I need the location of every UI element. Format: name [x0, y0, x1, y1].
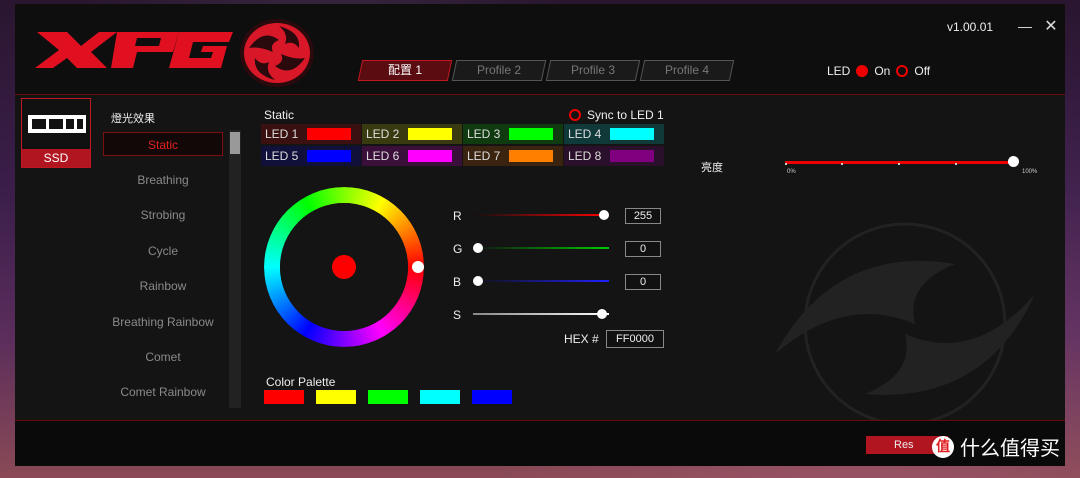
version-label: v1.00.01	[947, 20, 994, 34]
led-8-cell[interactable]: LED 8	[564, 146, 664, 166]
hex-input[interactable]: FF0000	[606, 330, 664, 348]
brightness-tick	[955, 163, 957, 165]
led-on-label: On	[874, 64, 891, 78]
palette-swatch-cyan[interactable]	[420, 390, 460, 404]
effect-cycle[interactable]: Cycle	[103, 239, 223, 263]
header: v1.00.01 — ✕ 配置 1 Profile 2 Profile 3 Pr…	[15, 4, 1065, 94]
led-2-cell[interactable]: LED 2	[362, 124, 462, 144]
effect-static[interactable]: Static	[103, 132, 223, 156]
watermark-overlay: 值 什么值得买	[932, 432, 1060, 461]
tab-profile-2[interactable]: Profile 2	[451, 60, 547, 81]
smzdm-logo-icon: 值	[932, 435, 954, 458]
xpg-watermark-icon	[775, 222, 1035, 424]
led-4-swatch	[610, 128, 654, 140]
led-6-swatch	[408, 150, 452, 162]
led-1-cell[interactable]: LED 1	[261, 124, 361, 144]
xpg-logo	[35, 32, 233, 68]
brightness-slider[interactable]	[785, 161, 1015, 164]
led-6-cell[interactable]: LED 6	[362, 146, 462, 166]
s-label: S	[453, 308, 462, 322]
palette-swatch-blue[interactable]	[472, 390, 512, 404]
selected-color-dot	[332, 255, 356, 279]
s-slider-knob[interactable]	[597, 309, 607, 319]
led-power-toggle: LED On Off	[827, 64, 930, 78]
palette-title: Color Palette	[266, 375, 336, 389]
close-button[interactable]: ✕	[1041, 16, 1061, 36]
b-slider[interactable]	[473, 280, 609, 282]
tab-profile-1[interactable]: 配置 1	[357, 60, 453, 81]
brightness-label: 亮度	[701, 162, 723, 174]
g-label: G	[453, 242, 463, 256]
static-title: Static	[264, 108, 295, 122]
led-3-swatch	[509, 128, 553, 140]
r-label: R	[453, 209, 462, 223]
led-7-cell[interactable]: LED 7	[463, 146, 563, 166]
led-off-radio[interactable]	[896, 65, 909, 77]
brightness-tick	[841, 163, 843, 165]
brightness-max-label: 100%	[1022, 169, 1038, 175]
led-1-swatch	[307, 128, 351, 140]
effects-title: 燈光效果	[111, 113, 155, 125]
led-5-swatch	[307, 150, 351, 162]
led-4-cell[interactable]: LED 4	[564, 124, 664, 144]
palette-swatch-red[interactable]	[264, 390, 304, 404]
effect-rainbow[interactable]: Rainbow	[103, 274, 223, 298]
brightness-tick	[898, 163, 900, 165]
xpg-app-window: v1.00.01 — ✕ 配置 1 Profile 2 Profile 3 Pr…	[15, 4, 1065, 466]
brightness-tick	[785, 163, 787, 165]
ssd-icon	[28, 115, 86, 133]
device-label: SSD	[22, 149, 90, 167]
effect-comet-rainbow[interactable]: Comet Rainbow	[103, 380, 223, 404]
led-8-swatch	[610, 150, 654, 162]
tab-profile-4[interactable]: Profile 4	[639, 60, 735, 81]
minimize-button[interactable]: —	[1015, 18, 1035, 34]
palette-swatch-yellow[interactable]	[316, 390, 356, 404]
effect-comet[interactable]: Comet	[103, 345, 223, 369]
g-value-input[interactable]: 0	[625, 241, 661, 257]
color-wheel[interactable]	[264, 187, 424, 347]
sync-radio[interactable]	[569, 109, 581, 121]
header-divider	[15, 94, 1065, 95]
brightness-knob[interactable]	[1008, 156, 1019, 167]
effects-scroll-thumb[interactable]	[230, 132, 240, 154]
led-7-swatch	[509, 150, 553, 162]
sync-to-led1[interactable]: Sync to LED 1	[569, 108, 664, 122]
effect-breathing-rainbow[interactable]: Breathing Rainbow	[103, 310, 223, 334]
palette-swatch-green[interactable]	[368, 390, 408, 404]
device-ssd-button[interactable]: SSD	[21, 98, 91, 168]
effect-strobing[interactable]: Strobing	[103, 203, 223, 227]
r-slider-knob[interactable]	[599, 210, 609, 220]
led-label: LED	[827, 64, 851, 78]
led-5-cell[interactable]: LED 5	[261, 146, 361, 166]
led-off-label: Off	[914, 64, 931, 78]
led-grid: LED 1 LED 2 LED 3 LED 4 LED 5 LED 6 LED …	[261, 124, 664, 166]
g-slider-knob[interactable]	[473, 243, 483, 253]
hex-label: HEX #	[564, 332, 599, 346]
effect-breathing[interactable]: Breathing	[103, 168, 223, 192]
tab-profile-3[interactable]: Profile 3	[545, 60, 641, 81]
led-2-swatch	[408, 128, 452, 140]
sync-label: Sync to LED 1	[587, 108, 664, 122]
s-slider[interactable]	[473, 313, 609, 315]
b-slider-knob[interactable]	[473, 276, 483, 286]
b-value-input[interactable]: 0	[625, 274, 661, 290]
brightness-min-label: 0%	[787, 169, 796, 175]
r-slider[interactable]	[473, 214, 609, 216]
xpg-emblem-icon	[240, 19, 314, 87]
g-slider[interactable]	[473, 247, 609, 249]
wheel-handle	[412, 261, 424, 273]
effects-scrollbar[interactable]	[229, 130, 241, 408]
watermark-text: 什么值得买	[960, 436, 1060, 460]
led-on-radio[interactable]	[856, 65, 869, 77]
b-label: B	[453, 275, 462, 289]
led-3-cell[interactable]: LED 3	[463, 124, 563, 144]
r-value-input[interactable]: 255	[625, 208, 661, 224]
